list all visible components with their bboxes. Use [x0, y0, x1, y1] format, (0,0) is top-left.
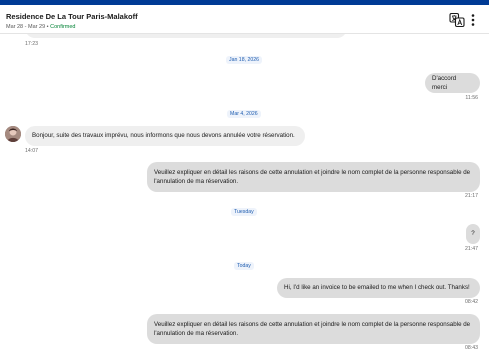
outgoing-message: D'accord merci — [425, 73, 480, 93]
message-time: 21:17 — [465, 193, 478, 199]
date-divider: Today — [234, 262, 254, 270]
message-time: 21:47 — [465, 246, 478, 252]
host-avatar-image — [5, 126, 21, 142]
hotel-name: Residence De La Tour Paris-Malakoff — [6, 12, 138, 21]
message-text: D'accord merci — [432, 74, 457, 92]
translate-button[interactable] — [449, 12, 465, 28]
date-divider: Tuesday — [231, 208, 257, 216]
message-time: 11:56 — [465, 95, 478, 101]
outgoing-message: Veuillez expliquer en détail les raisons… — [147, 162, 480, 192]
booking-status: Confirmed — [50, 24, 76, 30]
more-vertical-icon — [471, 14, 475, 26]
incoming-message: Bonjour, suite des travaux imprévu, nous… — [25, 126, 305, 146]
outgoing-message: Veuillez expliquer en détail les raisons… — [147, 314, 480, 344]
more-options-button[interactable] — [468, 12, 478, 28]
message-text: ? — [471, 230, 475, 238]
message-text: Veuillez expliquer en détail les raisons… — [154, 168, 471, 186]
message-time: 14:07 — [25, 148, 38, 154]
outgoing-message: Hi, I'd like an invoice to be emailed to… — [277, 278, 480, 298]
message-text: Veuillez expliquer en détail les raisons… — [154, 320, 471, 338]
message-time: 17:23 — [25, 41, 38, 47]
host-avatar — [5, 126, 21, 142]
message-time: 08:43 — [465, 345, 478, 351]
message-text: Hi, I'd like an invoice to be emailed to… — [284, 284, 470, 292]
message-thread[interactable]: 17:23 Jan 18, 2026 D'accord merci 11:56 … — [0, 34, 489, 360]
previous-message-bubble — [25, 34, 347, 38]
message-text: Bonjour, suite des travaux imprévu, nous… — [32, 132, 295, 140]
outgoing-message: ? — [466, 224, 480, 244]
booking-dates: Mar 28 - Mar 29 — [6, 24, 46, 30]
date-divider: Jan 18, 2026 — [226, 56, 262, 64]
translate-icon — [449, 12, 465, 28]
date-divider: Mar 4, 2026 — [227, 110, 261, 118]
booking-summary: Mar 28 - Mar 29 • Confirmed — [6, 24, 75, 30]
message-time: 08:42 — [465, 299, 478, 305]
conversation-header: Residence De La Tour Paris-Malakoff Mar … — [0, 5, 489, 34]
